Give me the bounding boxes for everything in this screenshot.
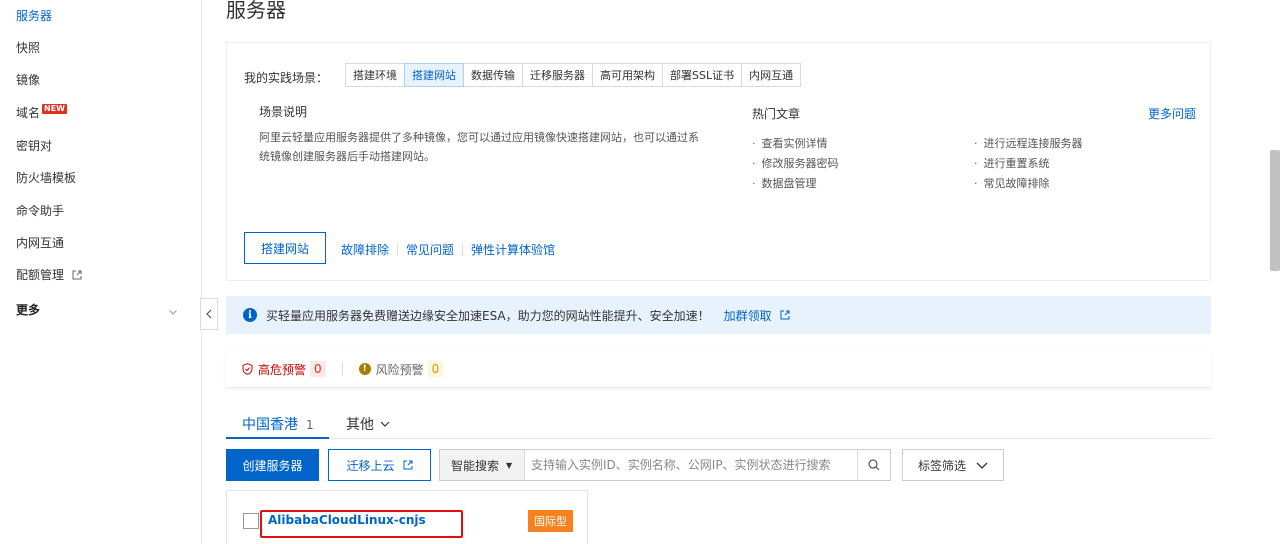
hot-article-link[interactable]: 数据盘管理 (752, 175, 817, 191)
tab-intranet[interactable]: 内网互通 (741, 63, 802, 87)
sidebar-collapse-button[interactable] (200, 298, 218, 330)
search-button[interactable] (857, 450, 890, 480)
external-link-icon (403, 460, 413, 470)
risk-label: 风险预警 (375, 362, 424, 377)
scenario-label: 我的实践场景： (244, 71, 329, 85)
instance-type-badge: 国际型 (528, 510, 573, 532)
region-tabs: 中国香港 1 其他 (226, 409, 1211, 439)
chevron-down-icon[interactable] (169, 307, 177, 318)
server-toolbar: 创建服务器 迁移上云 智能搜索 ▼ 标签筛选 (226, 449, 1004, 481)
tag-filter-label: 标签筛选 (917, 458, 966, 473)
chevron-left-icon (206, 309, 212, 319)
migrate-label: 迁移上云 (346, 458, 395, 473)
sidebar-item-label: 更多 (16, 303, 41, 317)
chevron-down-icon (976, 462, 988, 469)
scenario-tabs: 搭建环境 搭建网站 数据传输 迁移服务器 高可用架构 部署SSL证书 内网互通 (345, 63, 802, 87)
active-tab-indicator (226, 437, 329, 439)
external-link-icon (780, 310, 790, 320)
page-scrollbar[interactable] (1270, 150, 1280, 271)
tab-migrate-server[interactable]: 迁移服务器 (522, 63, 593, 87)
experience-hall-link[interactable]: 弹性计算体验馆 (471, 241, 555, 258)
scenario-desc-text: 阿里云轻量应用服务器提供了多种镜像，您可以通过应用镜像快速搭建网站，也可以通过系… (259, 131, 699, 163)
sidebar-item-keypairs[interactable]: 密钥对 (16, 137, 52, 154)
new-badge: NEW (42, 103, 67, 114)
annotation-highlight-box (260, 510, 463, 538)
troubleshoot-link[interactable]: 故障排除 (341, 241, 389, 258)
sidebar-item-images[interactable]: 镜像 (16, 71, 40, 88)
alert-bar: 高危预警 0 ! 风险预警 0 (226, 351, 1211, 388)
region-count: 1 (306, 418, 314, 432)
tab-hong-kong[interactable]: 中国香港 1 (242, 414, 314, 434)
search-icon (868, 459, 880, 471)
info-icon: i (243, 308, 257, 322)
high-risk-count: 0 (310, 361, 326, 377)
search-mode-select[interactable]: 智能搜索 ▼ (440, 450, 525, 480)
hot-articles-title: 热门文章 (752, 107, 801, 121)
hot-article-link[interactable]: 进行重置系统 (974, 155, 1050, 171)
hot-article-link[interactable]: 查看实例详情 (752, 135, 828, 151)
sidebar-item-label: 配额管理 (16, 268, 65, 282)
caret-down-icon: ▼ (506, 460, 513, 470)
sidebar-item-label: 内网互通 (16, 236, 65, 250)
chevron-down-icon (380, 421, 390, 427)
tab-deploy-ssl[interactable]: 部署SSL证书 (662, 63, 743, 87)
join-group-label: 加群领取 (723, 308, 772, 323)
migrate-to-cloud-button[interactable]: 迁移上云 (328, 449, 431, 481)
server-select-checkbox[interactable] (243, 513, 259, 529)
sidebar-item-intranet[interactable]: 内网互通 (16, 234, 64, 251)
scenario-links: 故障排除 常见问题 弹性计算体验馆 (341, 241, 555, 258)
sidebar-item-label: 服务器 (16, 9, 53, 23)
tag-filter-button[interactable]: 标签筛选 (902, 449, 1004, 481)
tab-other-regions[interactable]: 其他 (346, 414, 390, 434)
sidebar-item-snapshots[interactable]: 快照 (16, 39, 40, 56)
sidebar-item-label: 防火墙模板 (16, 171, 77, 185)
tab-build-environment[interactable]: 搭建环境 (345, 63, 405, 87)
sidebar-item-quota[interactable]: 配额管理 (16, 266, 82, 283)
server-card: AlibabaCloudLinux-cnjs 国际型 (226, 490, 588, 544)
tab-build-website[interactable]: 搭建网站 (404, 63, 464, 87)
warning-icon: ! (358, 363, 371, 375)
hot-article-link[interactable]: 修改服务器密码 (752, 155, 839, 171)
divider (462, 243, 464, 256)
sidebar-item-firewall-templates[interactable]: 防火墙模板 (16, 169, 76, 186)
scenario-card: 我的实践场景： 搭建环境 搭建网站 数据传输 迁移服务器 高可用架构 部署SSL… (226, 42, 1211, 281)
hot-article-link[interactable]: 常见故障排除 (974, 175, 1050, 191)
high-risk-label: 高危预警 (258, 362, 307, 377)
sidebar-item-label: 域名 (16, 106, 41, 120)
tab-data-transfer[interactable]: 数据传输 (463, 63, 523, 87)
promo-info-bar: i 买轻量应用服务器免费赠送边缘安全加速ESA，助力您的网站性能提升、安全加速！… (226, 296, 1211, 334)
sidebar-item-label: 密钥对 (16, 139, 53, 153)
promo-text: 买轻量应用服务器免费赠送边缘安全加速ESA，助力您的网站性能提升、安全加速！ (266, 308, 710, 323)
sidebar-item-label: 镜像 (16, 73, 41, 87)
sidebar-item-label: 快照 (16, 41, 41, 55)
scenario-desc-title: 场景说明 (259, 105, 308, 119)
search-box: 智能搜索 ▼ (439, 449, 891, 481)
divider (397, 243, 399, 256)
risk-alert[interactable]: ! 风险预警 0 (358, 361, 444, 378)
sidebar: 服务器 快照 镜像 域名 NEW 密钥对 防火墙模板 命令助手 内网互通 配额管理… (0, 0, 202, 544)
page-title: 服务器 (226, 0, 286, 22)
divider (341, 362, 343, 376)
sidebar-item-label: 命令助手 (16, 204, 65, 218)
create-server-button[interactable]: 创建服务器 (226, 449, 319, 481)
sidebar-item-domains[interactable]: 域名 NEW (16, 103, 67, 121)
join-group-link[interactable]: 加群领取 (724, 307, 790, 324)
tab-high-availability[interactable]: 高可用架构 (592, 63, 663, 87)
sidebar-item-more[interactable]: 更多 (16, 301, 40, 318)
more-questions-link[interactable]: 更多问题 (1148, 105, 1196, 122)
shield-icon (242, 363, 253, 375)
faq-link[interactable]: 常见问题 (406, 241, 454, 258)
risk-count: 0 (427, 361, 444, 377)
sidebar-item-command-assistant[interactable]: 命令助手 (16, 202, 64, 219)
hot-article-link[interactable]: 进行远程连接服务器 (974, 135, 1083, 151)
region-label: 其他 (346, 417, 374, 433)
search-input[interactable] (525, 450, 857, 480)
region-label: 中国香港 (242, 417, 298, 433)
high-risk-alert[interactable]: 高危预警 0 (242, 361, 326, 378)
external-link-icon (72, 270, 82, 280)
search-mode-label: 智能搜索 (451, 458, 500, 473)
sidebar-item-servers[interactable]: 服务器 (16, 7, 52, 24)
build-website-button[interactable]: 搭建网站 (244, 232, 326, 264)
